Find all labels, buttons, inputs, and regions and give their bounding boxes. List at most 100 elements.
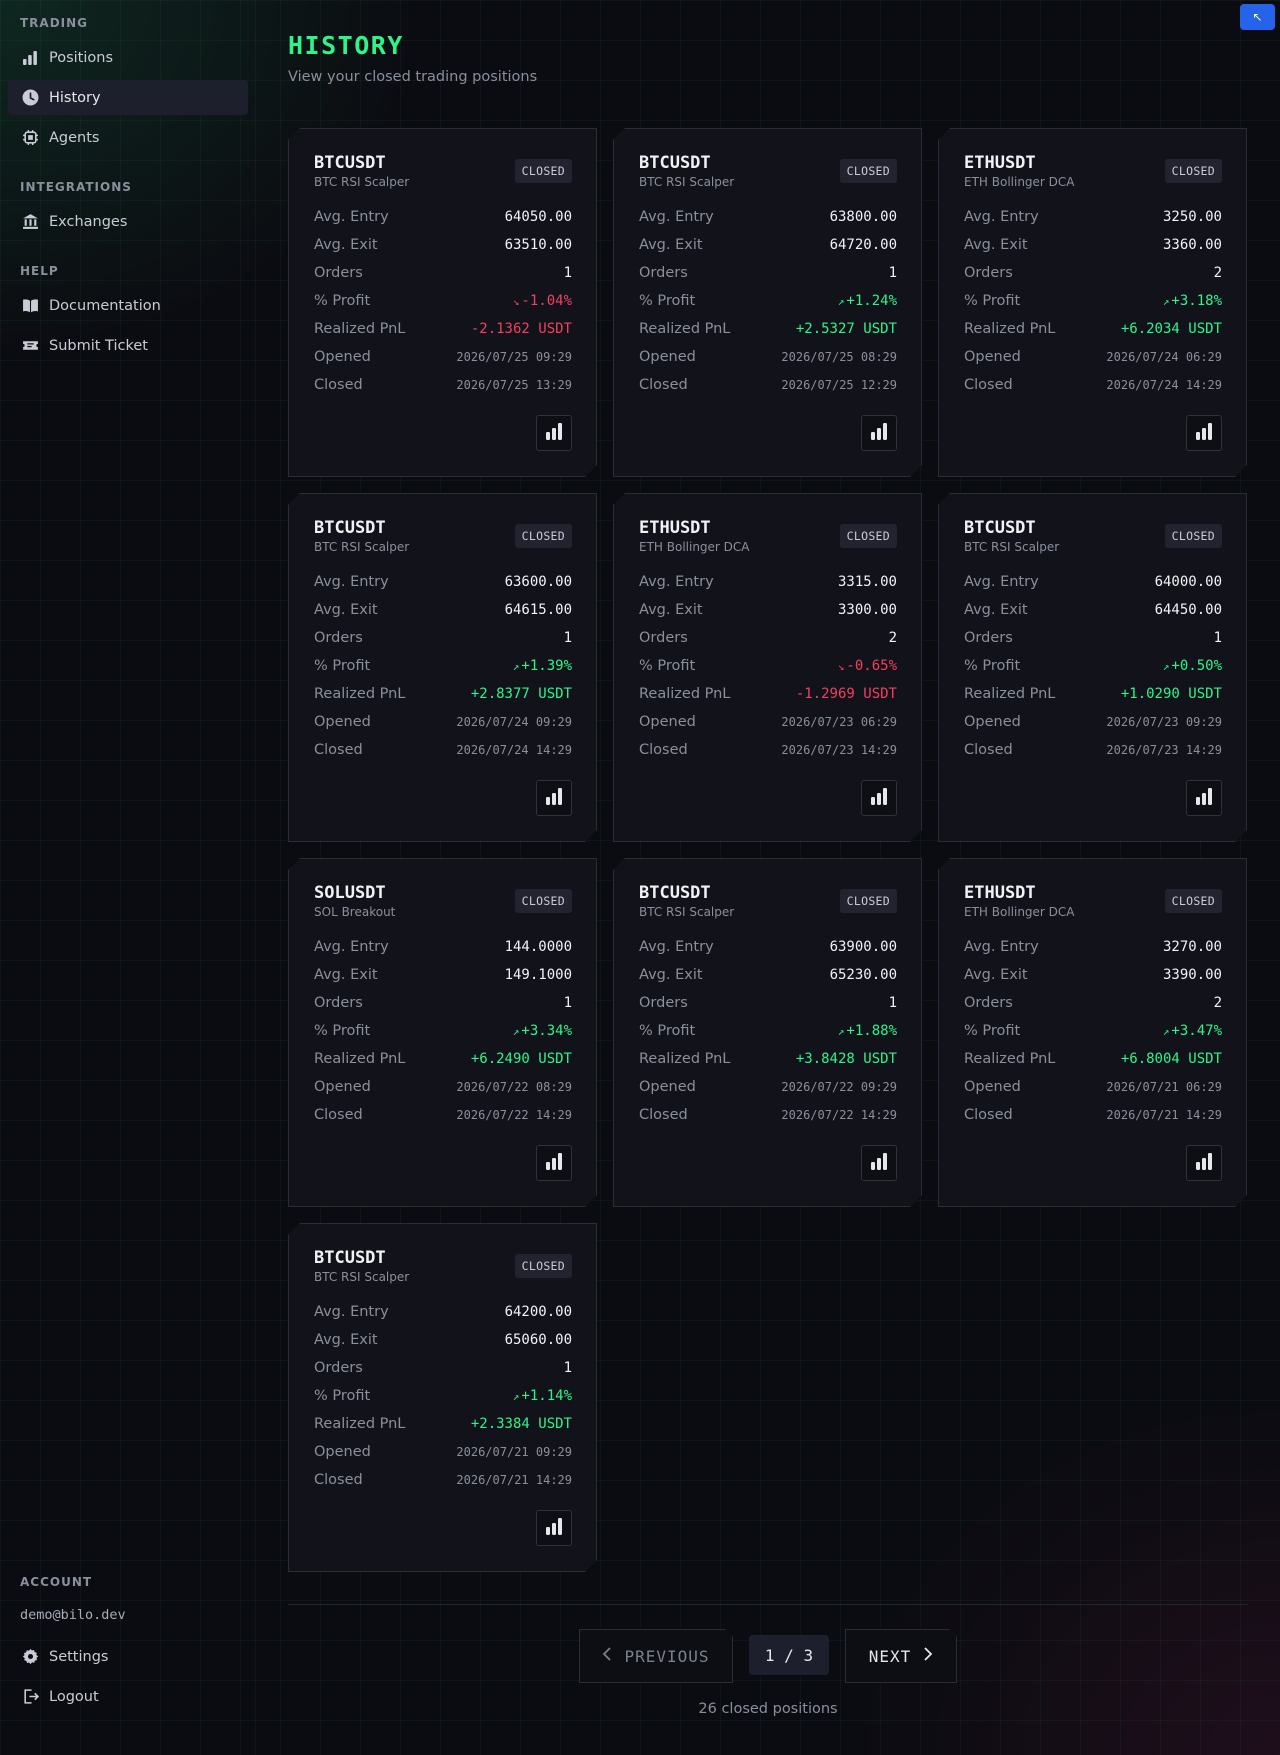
- closed-label: Closed: [964, 742, 1013, 758]
- row-orders: Orders 1: [314, 259, 572, 287]
- sidebar-item-label: Agents: [49, 129, 100, 146]
- profit-value: ↗ +3.47%: [1163, 1023, 1222, 1039]
- sidebar-item-submit-ticket[interactable]: Submit Ticket: [8, 328, 248, 363]
- view-chart-button[interactable]: [861, 415, 897, 451]
- closed-value: 2026/07/21 14:29: [1106, 1108, 1222, 1122]
- position-agent: BTC RSI Scalper: [639, 905, 735, 919]
- avg-entry-value: 64000.00: [1154, 574, 1222, 590]
- avg-entry-value: 3315.00: [837, 574, 897, 590]
- opened-value: 2026/07/25 08:29: [781, 350, 897, 364]
- view-chart-button[interactable]: [1186, 1145, 1222, 1181]
- sidebar-item-settings[interactable]: Settings: [8, 1639, 248, 1674]
- corner-action-button[interactable]: ↖: [1240, 4, 1275, 30]
- avg-exit-label: Avg. Exit: [314, 237, 378, 253]
- orders-value: 1: [563, 630, 572, 646]
- page-subtitle: View your closed trading positions: [288, 69, 538, 85]
- bar-chart-icon: [869, 786, 889, 810]
- orders-value: 2: [1213, 265, 1222, 281]
- status-badge: CLOSED: [515, 889, 572, 913]
- opened-label: Opened: [964, 714, 1021, 730]
- opened-value: 2026/07/23 06:29: [781, 715, 897, 729]
- pnl-label: Realized PnL: [639, 321, 731, 337]
- row-profit: % Profit ↘ -1.04%: [314, 287, 572, 315]
- row-orders: Orders 1: [314, 989, 572, 1017]
- orders-value: 1: [563, 995, 572, 1011]
- pnl-value: +2.5327 USDT: [795, 321, 897, 337]
- pnl-label: Realized PnL: [314, 321, 406, 337]
- chevron-right-icon: [923, 1646, 933, 1666]
- avg-entry-value: 63900.00: [829, 939, 897, 955]
- row-profit: % Profit ↗ +1.14%: [314, 1382, 572, 1410]
- row-avg-entry: Avg. Entry 144.0000: [314, 933, 572, 961]
- avg-entry-value: 64200.00: [504, 1304, 572, 1320]
- trend-up-icon: ↗: [1162, 660, 1170, 673]
- row-pnl: Realized PnL +6.2490 USDT: [314, 1045, 572, 1073]
- previous-button[interactable]: PREVIOUS: [579, 1629, 733, 1683]
- sidebar-item-agents[interactable]: Agents: [8, 120, 248, 155]
- sidebar-item-history[interactable]: History: [8, 80, 248, 115]
- profit-value: ↗ +1.14%: [513, 1388, 572, 1404]
- row-closed: Closed 2026/07/25 12:29: [639, 371, 897, 399]
- row-avg-entry: Avg. Entry 63800.00: [639, 203, 897, 231]
- position-agent: BTC RSI Scalper: [639, 175, 735, 189]
- view-chart-button[interactable]: [536, 780, 572, 816]
- view-chart-button[interactable]: [861, 1145, 897, 1181]
- avg-exit-label: Avg. Exit: [639, 237, 703, 253]
- book-icon: [21, 297, 39, 315]
- row-pnl: Realized PnL +6.2034 USDT: [964, 315, 1222, 343]
- logout-icon: [21, 1688, 39, 1706]
- row-opened: Opened 2026/07/24 06:29: [964, 343, 1222, 371]
- row-closed: Closed 2026/07/21 14:29: [314, 1466, 572, 1494]
- position-card: BTCUSDT BTC RSI Scalper CLOSED Avg. Entr…: [938, 493, 1247, 842]
- opened-label: Opened: [314, 349, 371, 365]
- view-chart-button[interactable]: [536, 1145, 572, 1181]
- sidebar-item-logout[interactable]: Logout: [8, 1679, 248, 1714]
- profit-label: % Profit: [314, 293, 371, 309]
- sidebar-item-exchanges[interactable]: Exchanges: [8, 204, 248, 239]
- section-title-help: HELP: [20, 264, 59, 278]
- sidebar-item-positions[interactable]: Positions: [8, 40, 248, 75]
- pnl-value: +3.8428 USDT: [795, 1051, 897, 1067]
- bar-chart-icon: [869, 1151, 889, 1175]
- row-profit: % Profit ↗ +3.34%: [314, 1017, 572, 1045]
- bar-chart-icon: [544, 786, 564, 810]
- position-agent: BTC RSI Scalper: [314, 540, 410, 554]
- pnl-label: Realized PnL: [964, 686, 1056, 702]
- pnl-value: +6.2034 USDT: [1120, 321, 1222, 337]
- closed-label: Closed: [314, 1107, 363, 1123]
- avg-entry-label: Avg. Entry: [964, 209, 1039, 225]
- bar-chart-icon: [1194, 786, 1214, 810]
- closed-value: 2026/07/25 12:29: [781, 378, 897, 392]
- pnl-value: +6.8004 USDT: [1120, 1051, 1222, 1067]
- position-card: BTCUSDT BTC RSI Scalper CLOSED Avg. Entr…: [288, 493, 597, 842]
- sidebar-item-documentation[interactable]: Documentation: [8, 288, 248, 323]
- view-chart-button[interactable]: [536, 1510, 572, 1546]
- avg-exit-value: 149.1000: [504, 967, 572, 983]
- row-pnl: Realized PnL +1.0290 USDT: [964, 680, 1222, 708]
- row-pnl: Realized PnL +2.3384 USDT: [314, 1410, 572, 1438]
- row-closed: Closed 2026/07/21 14:29: [964, 1101, 1222, 1129]
- view-chart-button[interactable]: [861, 780, 897, 816]
- row-avg-exit: Avg. Exit 3390.00: [964, 961, 1222, 989]
- orders-label: Orders: [314, 630, 363, 646]
- status-badge: CLOSED: [840, 159, 897, 183]
- row-pnl: Realized PnL +2.5327 USDT: [639, 315, 897, 343]
- opened-value: 2026/07/21 06:29: [1106, 1080, 1222, 1094]
- position-symbol: ETHUSDT: [964, 883, 1036, 903]
- chevron-left-icon: [602, 1646, 612, 1666]
- row-profit: % Profit ↗ +3.18%: [964, 287, 1222, 315]
- view-chart-button[interactable]: [536, 415, 572, 451]
- row-opened: Opened 2026/07/23 09:29: [964, 708, 1222, 736]
- section-title-account: ACCOUNT: [20, 1575, 93, 1589]
- bar-chart-icon: [21, 49, 39, 67]
- sidebar-item-label: Submit Ticket: [49, 337, 148, 354]
- view-chart-button[interactable]: [1186, 780, 1222, 816]
- row-profit: % Profit ↗ +0.50%: [964, 652, 1222, 680]
- position-agent: ETH Bollinger DCA: [964, 175, 1075, 189]
- avg-entry-label: Avg. Entry: [639, 209, 714, 225]
- view-chart-button[interactable]: [1186, 415, 1222, 451]
- row-orders: Orders 1: [314, 624, 572, 652]
- profit-text: -0.65%: [846, 658, 897, 674]
- sidebar-item-label: Exchanges: [49, 213, 128, 230]
- next-button[interactable]: NEXT: [845, 1629, 957, 1683]
